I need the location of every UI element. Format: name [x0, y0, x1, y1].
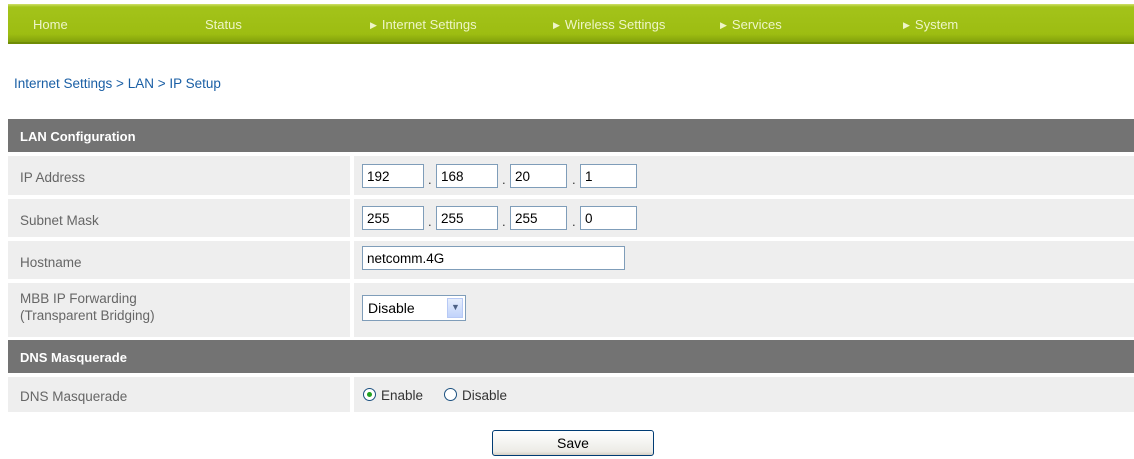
ip-octet-1-input[interactable]: [362, 164, 424, 188]
triangle-right-icon: ▶: [720, 20, 727, 30]
section-header-dns-masquerade: DNS Masquerade: [8, 340, 1134, 373]
nav-internet-settings[interactable]: ▶ Internet Settings: [370, 17, 477, 32]
nav-status[interactable]: Status: [205, 17, 242, 32]
section-header-lan-configuration: LAN Configuration: [8, 119, 1134, 152]
top-navigation-bar: Home Status ▶ Internet Settings ▶ Wireless…: [8, 4, 1134, 44]
subnet-mask-label: Subnet Mask: [20, 213, 99, 228]
mbb-ip-forwarding-row: MBB IP Forwarding (Transparent Bridging)…: [8, 283, 1134, 337]
chevron-down-icon[interactable]: ▼: [447, 298, 463, 318]
dns-masquerade-row: DNS Masquerade Enable Disable: [8, 377, 1134, 412]
triangle-right-icon: ▶: [903, 20, 910, 30]
ip-address-row: IP Address . . .: [8, 156, 1134, 195]
triangle-right-icon: ▶: [370, 20, 377, 30]
ip-address-label: IP Address: [20, 170, 86, 185]
triangle-right-icon: ▶: [553, 20, 560, 30]
ip-octet-2-input[interactable]: [436, 164, 498, 188]
nav-services[interactable]: ▶ Services: [720, 17, 782, 32]
subnet-octet-3-input[interactable]: [510, 206, 567, 230]
hostname-input[interactable]: [362, 246, 625, 270]
breadcrumb: Internet Settings > LAN > IP Setup: [14, 76, 221, 91]
save-button[interactable]: Save: [492, 430, 654, 456]
nav-system[interactable]: ▶ System: [903, 17, 958, 32]
subnet-octet-4-input[interactable]: [580, 206, 637, 230]
subnet-octet-2-input[interactable]: [436, 206, 498, 230]
dns-disable-label[interactable]: Disable: [462, 388, 507, 403]
mbb-ip-forwarding-select[interactable]: Disable ▼: [362, 295, 466, 321]
nav-wireless-settings[interactable]: ▶ Wireless Settings: [553, 17, 665, 32]
ip-octet-3-input[interactable]: [510, 164, 567, 188]
hostname-row: Hostname: [8, 241, 1134, 279]
dns-enable-radio[interactable]: [363, 388, 376, 401]
mbb-ip-forwarding-label: MBB IP Forwarding (Transparent Bridging): [20, 291, 155, 323]
ip-octet-4-input[interactable]: [580, 164, 637, 188]
dns-masquerade-label: DNS Masquerade: [20, 389, 128, 404]
nav-home[interactable]: Home: [33, 17, 68, 32]
dns-disable-radio[interactable]: [444, 388, 457, 401]
subnet-mask-row: Subnet Mask . . .: [8, 199, 1134, 237]
hostname-label: Hostname: [20, 255, 82, 270]
subnet-octet-1-input[interactable]: [362, 206, 424, 230]
dns-enable-label[interactable]: Enable: [381, 388, 423, 403]
